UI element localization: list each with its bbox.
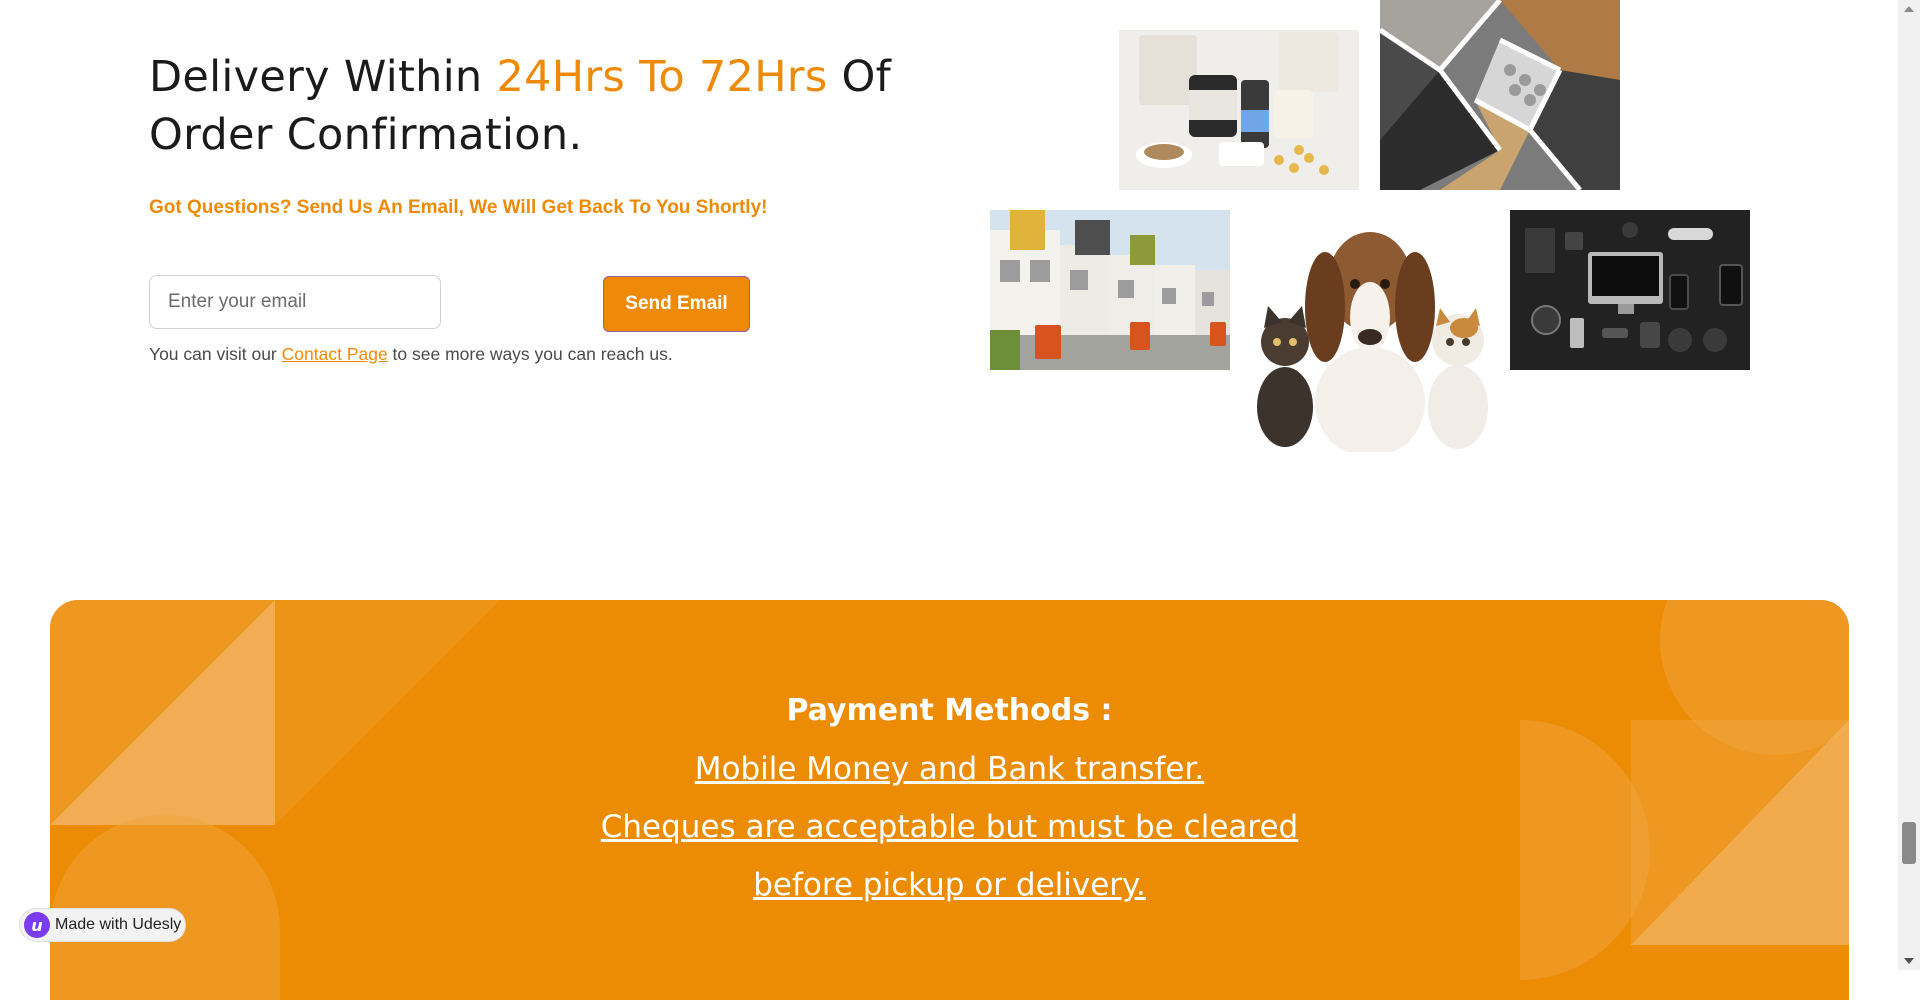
payment-banner: Payment Methods : Mobile Money and Bank … (50, 600, 1849, 1000)
electronics-image (1510, 210, 1750, 370)
contact-note: You can visit our Contact Page to see mo… (149, 344, 673, 365)
hero-title-accent: 24Hrs To 72Hrs (496, 52, 828, 102)
houses-image (990, 210, 1230, 370)
made-with-udesly-badge[interactable]: u Made with Udesly (19, 908, 186, 942)
pets-image (1250, 222, 1490, 452)
hero-subtitle: Got Questions? Send Us An Email, We Will… (149, 197, 768, 218)
badge-label: Made with Udesly (55, 916, 182, 933)
scroll-up-arrow-icon[interactable] (1904, 6, 1914, 12)
hero-title-start: Delivery Within (149, 52, 497, 102)
udesly-logo-icon: u (24, 912, 50, 938)
payment-line-clearance[interactable]: before pickup or delivery. (50, 856, 1849, 914)
send-email-button[interactable]: Send Email (603, 276, 750, 332)
contact-note-prefix: You can visit our (149, 344, 282, 364)
payment-info: Payment Methods : Mobile Money and Bank … (50, 682, 1849, 914)
page-scrollbar[interactable] (1898, 0, 1920, 970)
construction-materials-image (1380, 0, 1620, 190)
contact-page-link[interactable]: Contact Page (282, 344, 388, 364)
payment-methods-title: Payment Methods : (786, 693, 1113, 728)
email-input[interactable] (149, 275, 441, 329)
hero-title: Delivery Within 24Hrs To 72Hrs Of Order … (149, 48, 929, 164)
payment-line-mobile-money[interactable]: Mobile Money and Bank transfer. (50, 740, 1849, 798)
scroll-down-arrow-icon[interactable] (1904, 958, 1914, 964)
payment-line-cheques[interactable]: Cheques are acceptable but must be clear… (50, 798, 1849, 856)
scrollbar-thumb[interactable] (1902, 822, 1916, 864)
contact-note-suffix: to see more ways you can reach us. (387, 344, 673, 364)
supplements-image (1119, 30, 1359, 190)
